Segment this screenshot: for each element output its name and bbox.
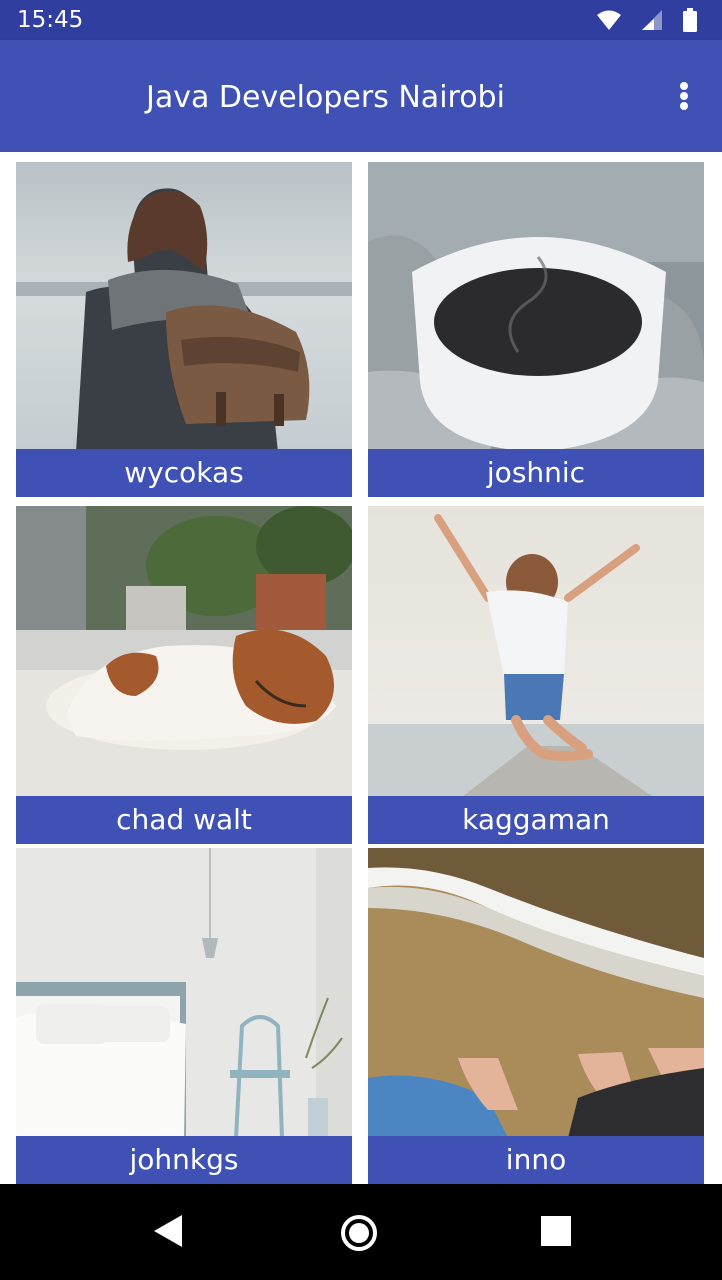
member-photo xyxy=(16,506,352,800)
member-card[interactable]: wycokas xyxy=(16,162,352,497)
wifi-icon xyxy=(597,10,621,30)
status-bar: 15:45 xyxy=(0,0,722,40)
home-icon[interactable] xyxy=(340,1214,378,1252)
menu-dot xyxy=(680,82,688,90)
member-card[interactable]: kaggaman xyxy=(368,506,704,844)
status-icons xyxy=(596,8,698,32)
recents-icon[interactable] xyxy=(541,1216,571,1246)
app-bar: Java Developers Nairobi xyxy=(0,40,722,152)
member-name: kaggaman xyxy=(368,796,704,844)
member-card[interactable]: joshnic xyxy=(368,162,704,497)
menu-dot xyxy=(680,92,688,100)
member-name: chad walt xyxy=(16,796,352,844)
member-photo xyxy=(16,848,352,1138)
members-grid[interactable]: wycokas joshnic chad walt kaggaman johnk… xyxy=(0,152,722,1184)
member-photo xyxy=(16,162,352,452)
status-time: 15:45 xyxy=(17,7,84,33)
menu-dot xyxy=(680,102,688,110)
member-card[interactable]: johnkgs xyxy=(16,848,352,1184)
member-photo xyxy=(368,162,704,452)
back-icon[interactable] xyxy=(152,1214,184,1248)
member-card[interactable]: inno xyxy=(368,848,704,1184)
member-card[interactable]: chad walt xyxy=(16,506,352,844)
member-photo xyxy=(368,506,704,800)
member-photo xyxy=(368,848,704,1138)
cell-signal-icon xyxy=(642,10,662,30)
member-name: inno xyxy=(368,1136,704,1184)
member-name: johnkgs xyxy=(16,1136,352,1184)
navigation-bar xyxy=(0,1184,722,1280)
app-title: Java Developers Nairobi xyxy=(146,80,505,115)
member-name: wycokas xyxy=(16,449,352,497)
member-name: joshnic xyxy=(368,449,704,497)
battery-icon xyxy=(683,8,697,32)
overflow-menu-icon[interactable] xyxy=(672,78,696,114)
